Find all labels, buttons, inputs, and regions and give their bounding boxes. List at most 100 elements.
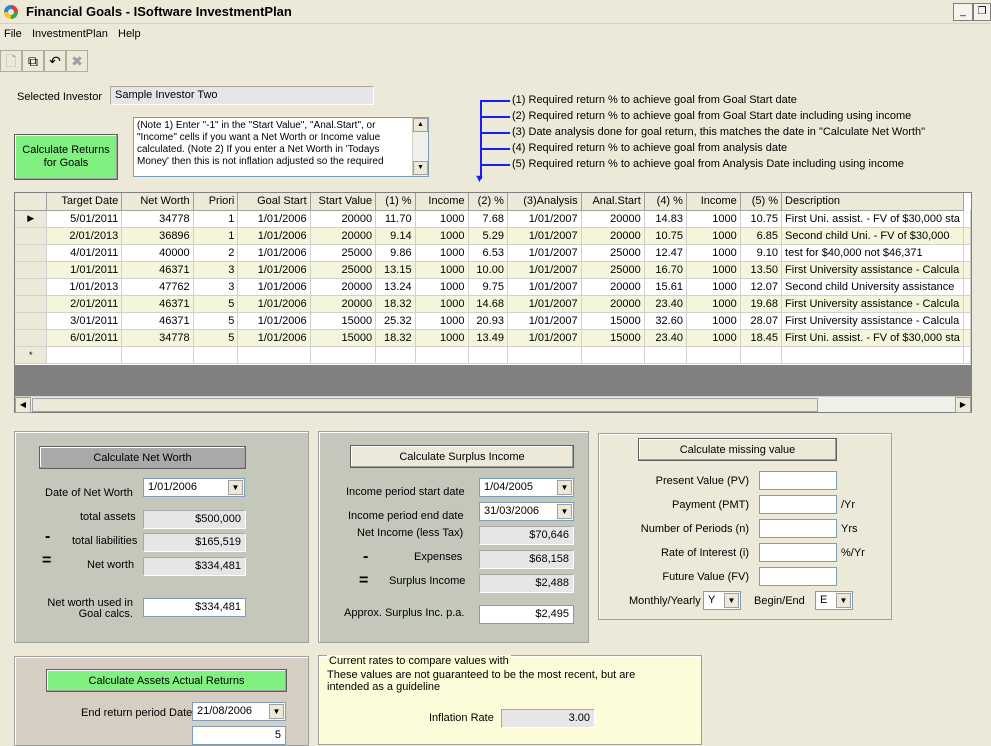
cell-return-2[interactable]: 14.68: [468, 295, 508, 313]
cell-return-5[interactable]: 6.85: [740, 227, 783, 245]
cell-income-2[interactable]: 1000: [686, 329, 741, 347]
interest-field[interactable]: [759, 543, 837, 562]
row-selector[interactable]: [15, 329, 48, 347]
cell-net-worth[interactable]: 46371: [121, 261, 194, 279]
begin-end-select[interactable]: E ▼: [815, 591, 853, 610]
notes-textbox[interactable]: (Note 1) Enter "-1" in the "Start Value"…: [133, 117, 429, 177]
cell-description[interactable]: Second child University assistance: [781, 278, 964, 296]
cell-target-date[interactable]: 3/01/2011: [46, 312, 123, 330]
cell-return-5[interactable]: 12.07: [740, 278, 783, 296]
cell-description[interactable]: First Uni. assist. - FV of $30,000 sta: [781, 210, 964, 228]
cell-return-4[interactable]: 16.70: [644, 261, 687, 279]
cell-goal-start[interactable]: 1/01/2006: [237, 295, 311, 313]
table-row[interactable]: 1/01/2013 47762 3 1/01/2006 20000 13.24 1000 9.…: [15, 278, 971, 296]
chevron-down-icon[interactable]: ▼: [228, 480, 243, 495]
col-goal-start[interactable]: Goal Start: [237, 193, 311, 211]
cell-priority[interactable]: 1: [193, 227, 239, 245]
cell-target-date[interactable]: 5/01/2011: [46, 210, 123, 228]
cell-return-4[interactable]: 32.60: [644, 312, 687, 330]
cell-income[interactable]: 1000: [415, 295, 469, 313]
cell-return-4[interactable]: 23.40: [644, 329, 687, 347]
table-row[interactable]: 2/01/2013 36896 1 1/01/2006 20000 9.14 1000 5.2…: [15, 227, 971, 245]
calculate-assets-returns-button[interactable]: Calculate Assets Actual Returns: [46, 669, 287, 692]
col-return-5[interactable]: (5) %: [740, 193, 783, 211]
cell-description[interactable]: First University assistance - Calcula: [781, 261, 964, 279]
cell-return-1[interactable]: 25.32: [375, 312, 416, 330]
periods-field[interactable]: [759, 519, 837, 538]
cell-priority[interactable]: 3: [193, 261, 239, 279]
cell-return-1[interactable]: 13.24: [375, 278, 416, 296]
cell-anal-start[interactable]: 25000: [581, 261, 645, 279]
cell-start-value[interactable]: 15000: [310, 312, 377, 330]
calculate-missing-value-button[interactable]: Calculate missing value: [638, 438, 837, 461]
menu-investmentplan[interactable]: InvestmentPlan: [32, 28, 108, 40]
copy-icon[interactable]: ⧉: [22, 50, 44, 72]
table-row[interactable]: ▶ 5/01/2011 34778 1 1/01/2006 20000 11.70 1000 7…: [15, 210, 971, 228]
cell-analysis[interactable]: 1/01/2007: [507, 210, 582, 228]
cell-return-2[interactable]: 5.29: [468, 227, 508, 245]
cell-net-worth[interactable]: 47762: [121, 278, 194, 296]
cell-start-value[interactable]: 15000: [310, 329, 377, 347]
cell-target-date[interactable]: 2/01/2013: [46, 227, 123, 245]
cell-net-worth[interactable]: 34778: [121, 329, 194, 347]
cell-return-2[interactable]: 10.00: [468, 261, 508, 279]
cell-analysis[interactable]: 1/01/2007: [507, 244, 582, 262]
cell-anal-start[interactable]: 25000: [581, 244, 645, 262]
menu-help[interactable]: Help: [118, 28, 141, 40]
cell-goal-start[interactable]: 1/01/2006: [237, 227, 311, 245]
table-row[interactable]: 3/01/2011 46371 5 1/01/2006 15000 25.32 1000 20…: [15, 312, 971, 330]
new-row-marker[interactable]: *: [15, 346, 48, 364]
col-anal-start[interactable]: Anal.Start: [581, 193, 645, 211]
cell-income-2[interactable]: 1000: [686, 210, 741, 228]
cell-income[interactable]: 1000: [415, 210, 469, 228]
goals-grid[interactable]: Target Date Net Worth Priori Goal Start …: [14, 192, 972, 413]
net-worth-date-select[interactable]: 1/01/2006 ▼: [143, 478, 245, 497]
empty-cell[interactable]: [781, 346, 964, 364]
restore-button[interactable]: ❐: [973, 3, 991, 21]
col-priority[interactable]: Priori: [193, 193, 239, 211]
new-record-icon[interactable]: 🗋: [0, 50, 22, 72]
cell-analysis[interactable]: 1/01/2007: [507, 329, 582, 347]
cell-goal-start[interactable]: 1/01/2006: [237, 329, 311, 347]
cell-anal-start[interactable]: 15000: [581, 329, 645, 347]
cell-target-date[interactable]: 6/01/2011: [46, 329, 123, 347]
cell-anal-start[interactable]: 20000: [581, 278, 645, 296]
cell-start-value[interactable]: 20000: [310, 278, 377, 296]
scroll-down-icon[interactable]: ▼: [413, 161, 428, 175]
delete-icon[interactable]: ✖: [66, 50, 88, 72]
cell-return-4[interactable]: 12.47: [644, 244, 687, 262]
cell-return-1[interactable]: 18.32: [375, 295, 416, 313]
cell-return-5[interactable]: 18.45: [740, 329, 783, 347]
cell-income-2[interactable]: 1000: [686, 312, 741, 330]
cell-start-value[interactable]: 20000: [310, 227, 377, 245]
empty-cell[interactable]: [415, 346, 469, 364]
row-selector[interactable]: [15, 312, 48, 330]
grid-horizontal-scrollbar[interactable]: ◀ ▶: [15, 396, 971, 413]
approx-surplus-field[interactable]: $2,495: [479, 605, 574, 624]
empty-cell[interactable]: [237, 346, 311, 364]
cell-net-worth[interactable]: 34778: [121, 210, 194, 228]
col-target-date[interactable]: Target Date: [46, 193, 123, 211]
col-income-2[interactable]: Income: [686, 193, 741, 211]
cell-description[interactable]: First University assistance - Calcula: [781, 312, 964, 330]
col-description[interactable]: Description: [781, 193, 964, 211]
cell-description[interactable]: Second child Uni. - FV of $30,000: [781, 227, 964, 245]
table-row[interactable]: 1/01/2011 46371 3 1/01/2006 25000 13.15 1000 10…: [15, 261, 971, 279]
cell-description[interactable]: First Uni. assist. - FV of $30,000 sta: [781, 329, 964, 347]
row-selector[interactable]: [15, 227, 48, 245]
cell-income[interactable]: 1000: [415, 261, 469, 279]
income-end-select[interactable]: 31/03/2006 ▼: [479, 502, 574, 521]
cell-income-2[interactable]: 1000: [686, 261, 741, 279]
cell-start-value[interactable]: 25000: [310, 261, 377, 279]
cell-priority[interactable]: 2: [193, 244, 239, 262]
col-return-4[interactable]: (4) %: [644, 193, 687, 211]
cell-income-2[interactable]: 1000: [686, 278, 741, 296]
cell-return-1[interactable]: 9.14: [375, 227, 416, 245]
cell-return-4[interactable]: 15.61: [644, 278, 687, 296]
scroll-right-icon[interactable]: ▶: [955, 397, 971, 413]
cell-goal-start[interactable]: 1/01/2006: [237, 261, 311, 279]
return-period-field[interactable]: 5: [192, 726, 286, 745]
monthly-yearly-select[interactable]: Y ▼: [703, 591, 741, 610]
empty-cell[interactable]: [686, 346, 741, 364]
cell-income[interactable]: 1000: [415, 244, 469, 262]
